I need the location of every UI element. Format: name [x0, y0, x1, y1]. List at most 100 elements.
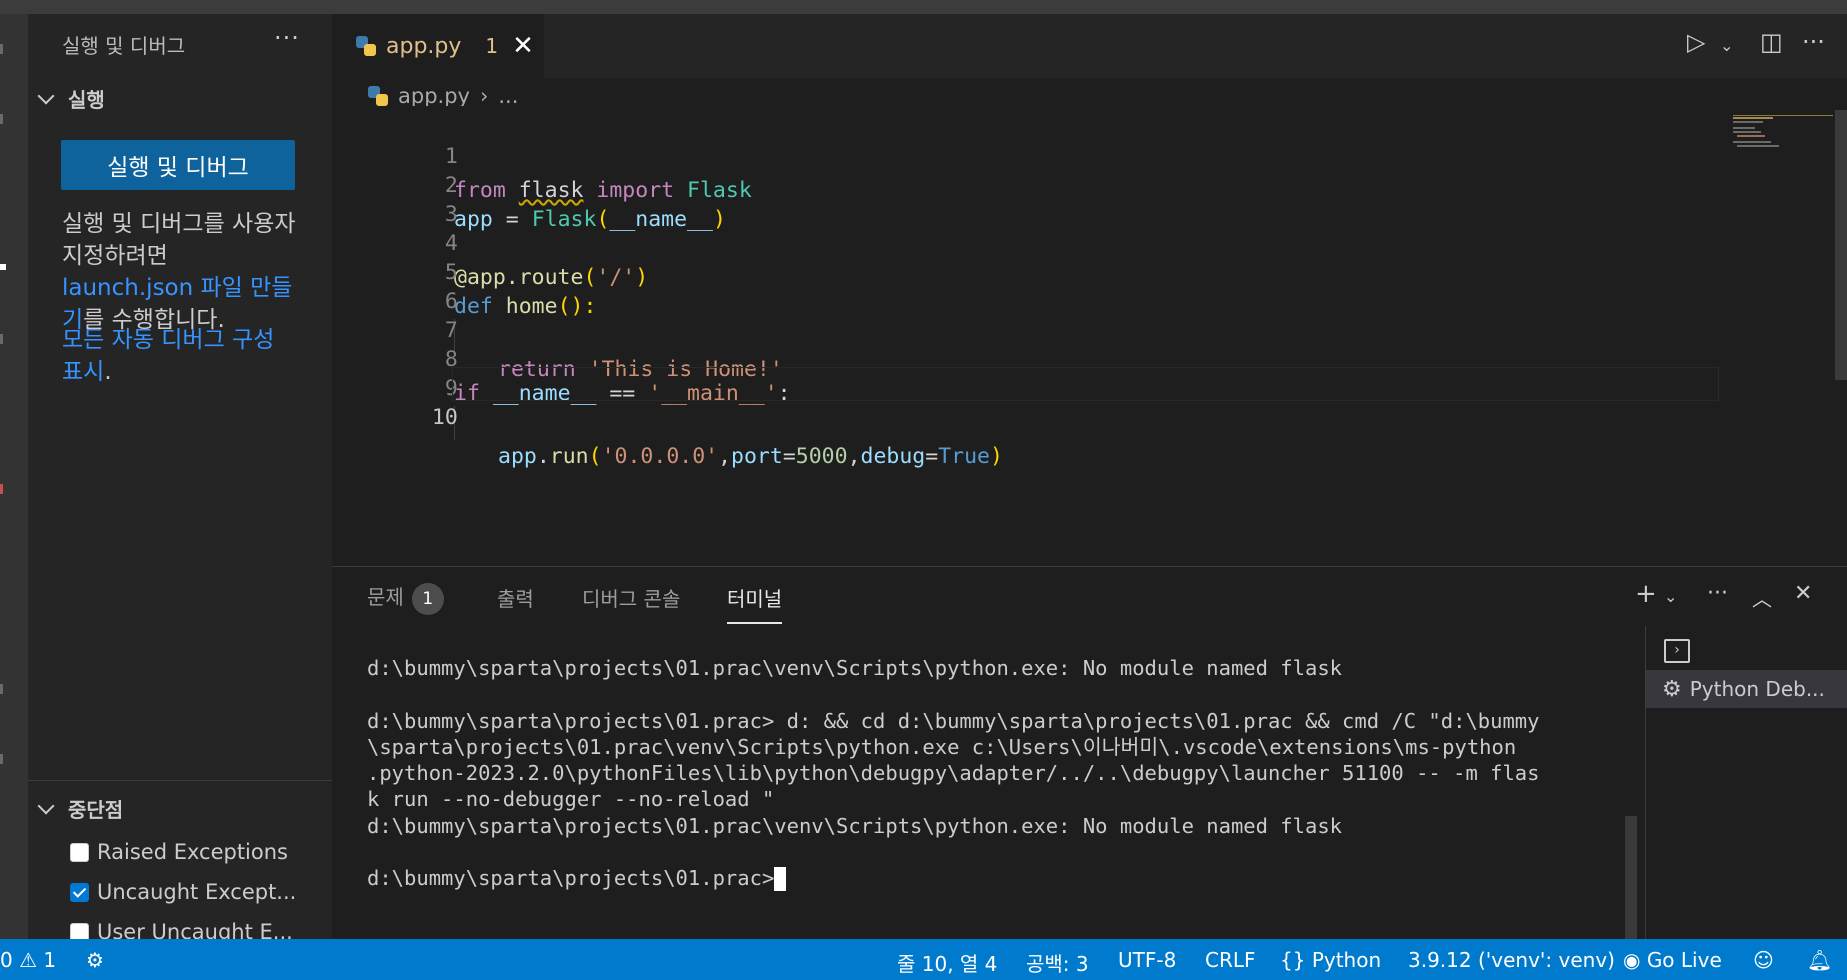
section-divider: [28, 780, 332, 781]
current-line-highlight: [452, 367, 1719, 401]
code-token: home: [505, 294, 558, 319]
tab-problem-count: 1: [485, 34, 499, 58]
code-editor[interactable]: 1 from flask import Flask 2 app = Flask(…: [332, 106, 1847, 566]
python-interpreter[interactable]: 3.9.12 ('venv': venv): [1408, 948, 1615, 972]
terminal-session-python-debug[interactable]: ⚙ Python Deb...: [1646, 670, 1847, 708]
breadcrumb-file[interactable]: app.py: [398, 84, 470, 108]
breakpoint-label: Raised Exceptions: [97, 840, 288, 864]
language-label: Python: [1311, 948, 1382, 972]
close-icon[interactable]: ✕: [512, 31, 534, 61]
editor-tab-bar: app.py 1 ✕ ▷ ⌄ ◫ ···: [332, 14, 1847, 78]
activity-extensions-icon[interactable]: [0, 484, 3, 494]
language-mode[interactable]: {} Python: [1280, 948, 1381, 972]
code-token: ,: [718, 444, 732, 469]
debug-bug-icon: ⚙: [1662, 676, 1682, 702]
breakpoint-checkbox-checked[interactable]: [70, 882, 89, 902]
terminal-line: d:\bummy\sparta\projects\01.prac> d: && …: [367, 708, 1540, 733]
minimap[interactable]: [1733, 115, 1833, 147]
minimap-viewport: [1733, 115, 1833, 116]
run-and-debug-button[interactable]: 실행 및 디버그: [61, 140, 295, 190]
go-live-button[interactable]: ◉ Go Live: [1623, 948, 1722, 972]
code-token: port: [731, 444, 783, 469]
minimap-line: [1733, 127, 1755, 129]
tab-problems[interactable]: 문제 1: [367, 581, 444, 615]
indentation-status[interactable]: 공백: 3: [1026, 948, 1089, 977]
breakpoints-section-header[interactable]: 중단점: [32, 794, 123, 823]
breakpoint-item[interactable]: Raised Exceptions: [70, 840, 288, 864]
code-token: =: [505, 207, 519, 232]
sidebar-title: 실행 및 디버그: [62, 34, 186, 58]
terminal-session-shell[interactable]: ›: [1646, 632, 1847, 670]
close-panel-icon[interactable]: ✕: [1794, 581, 1812, 606]
activity-active-indicator: [0, 264, 6, 270]
activity-explorer-icon[interactable]: [0, 114, 3, 124]
terminal-scrollbar[interactable]: [1625, 816, 1637, 939]
terminal-prompt: d:\bummy\sparta\projects\01.prac>: [367, 866, 775, 891]
code-token: ): [712, 207, 726, 232]
chevron-down-icon[interactable]: ⌄: [1664, 587, 1677, 606]
code-token: debug: [860, 444, 926, 469]
auto-debug-description: 모든 자동 디버그 구성 표시.: [62, 324, 302, 388]
breakpoint-item[interactable]: Uncaught Except...: [70, 880, 296, 904]
more-actions-icon[interactable]: ···: [1802, 28, 1825, 56]
feedback-icon[interactable]: ☺: [1753, 948, 1774, 972]
breakpoint-checkbox[interactable]: [70, 842, 89, 862]
activity-run-debug-icon[interactable]: [0, 44, 3, 54]
run-section-header[interactable]: 실행: [32, 84, 105, 113]
new-terminal-icon[interactable]: +: [1635, 579, 1657, 609]
chevron-down-icon[interactable]: ⌄: [1720, 36, 1733, 55]
show-auto-debug-configs-link[interactable]: 모든 자동 디버그 구성 표시: [62, 327, 274, 385]
code-token: def: [454, 294, 493, 319]
code-token: '/': [596, 265, 636, 290]
tab-output[interactable]: 출력: [497, 583, 534, 612]
description-text: 실행 및 디버그를 사용자 지정하려면: [62, 211, 296, 269]
chevron-down-icon: [37, 87, 55, 104]
code-token: ): [635, 265, 649, 290]
tab-terminal[interactable]: 터미널: [727, 583, 783, 624]
code-token: '0.0.0.0': [601, 444, 719, 469]
problems-status[interactable]: 0 ⚠ 1: [0, 948, 56, 972]
code-token: import: [596, 178, 675, 203]
more-actions-icon[interactable]: ···: [1707, 581, 1728, 606]
code-line-current: 10: [332, 367, 458, 430]
terminal-session-list: › ⚙ Python Deb...: [1645, 626, 1847, 939]
breadcrumb: app.py › ...: [368, 84, 518, 108]
debug-launch-icon[interactable]: ⚙: [86, 948, 104, 972]
minimap-line: [1733, 121, 1763, 123]
terminal-line: d:\bummy\sparta\projects\01.prac\venv\Sc…: [367, 813, 1343, 838]
minimap-line: [1737, 145, 1779, 147]
activity-search-icon[interactable]: [0, 334, 3, 344]
title-bar: [0, 0, 1847, 14]
activity-settings-icon[interactable]: [0, 754, 3, 764]
maximize-panel-icon[interactable]: ︿: [1752, 583, 1772, 612]
activity-bar: [0, 14, 28, 939]
notifications-bell-icon[interactable]: 🔔︎: [1807, 948, 1832, 972]
activity-accounts-icon[interactable]: [0, 684, 3, 694]
editor-scrollbar[interactable]: [1835, 110, 1847, 380]
breadcrumb-symbols[interactable]: ...: [498, 84, 518, 108]
code-token: ): [989, 444, 1003, 469]
python-file-icon: [368, 86, 388, 106]
minimap-line: [1733, 131, 1761, 133]
code-token: @app.route: [454, 265, 584, 290]
chevron-down-icon: [37, 797, 55, 814]
terminal-line: k run --no-debugger --no-reload ": [367, 787, 775, 812]
code-token: Flask: [531, 207, 597, 232]
cursor-position[interactable]: 줄 10, 열 4: [897, 948, 997, 977]
terminal-prompt-line: d:\bummy\sparta\projects\01.prac>: [367, 865, 1637, 892]
tab-app-py[interactable]: app.py 1 ✕: [332, 14, 544, 78]
encoding-status[interactable]: UTF-8: [1118, 948, 1176, 972]
code-token: app: [498, 444, 537, 469]
minimap-line: [1737, 135, 1765, 137]
run-file-icon[interactable]: ▷: [1687, 28, 1705, 56]
tab-debug-console[interactable]: 디버그 콘솔: [582, 583, 680, 612]
split-editor-icon[interactable]: ◫: [1760, 28, 1783, 56]
eol-status[interactable]: CRLF: [1205, 948, 1256, 972]
run-debug-description: 실행 및 디버그를 사용자 지정하려면 launch.json 파일 만들기를 …: [62, 208, 302, 336]
breakpoint-label: Uncaught Except...: [97, 880, 297, 904]
breakpoints-section-label: 중단점: [68, 798, 124, 822]
error-count: 0: [0, 948, 13, 972]
terminal-output[interactable]: d:\bummy\sparta\projects\01.prac\venv\Sc…: [367, 655, 1637, 892]
sidebar-more-icon[interactable]: ···: [274, 24, 300, 52]
